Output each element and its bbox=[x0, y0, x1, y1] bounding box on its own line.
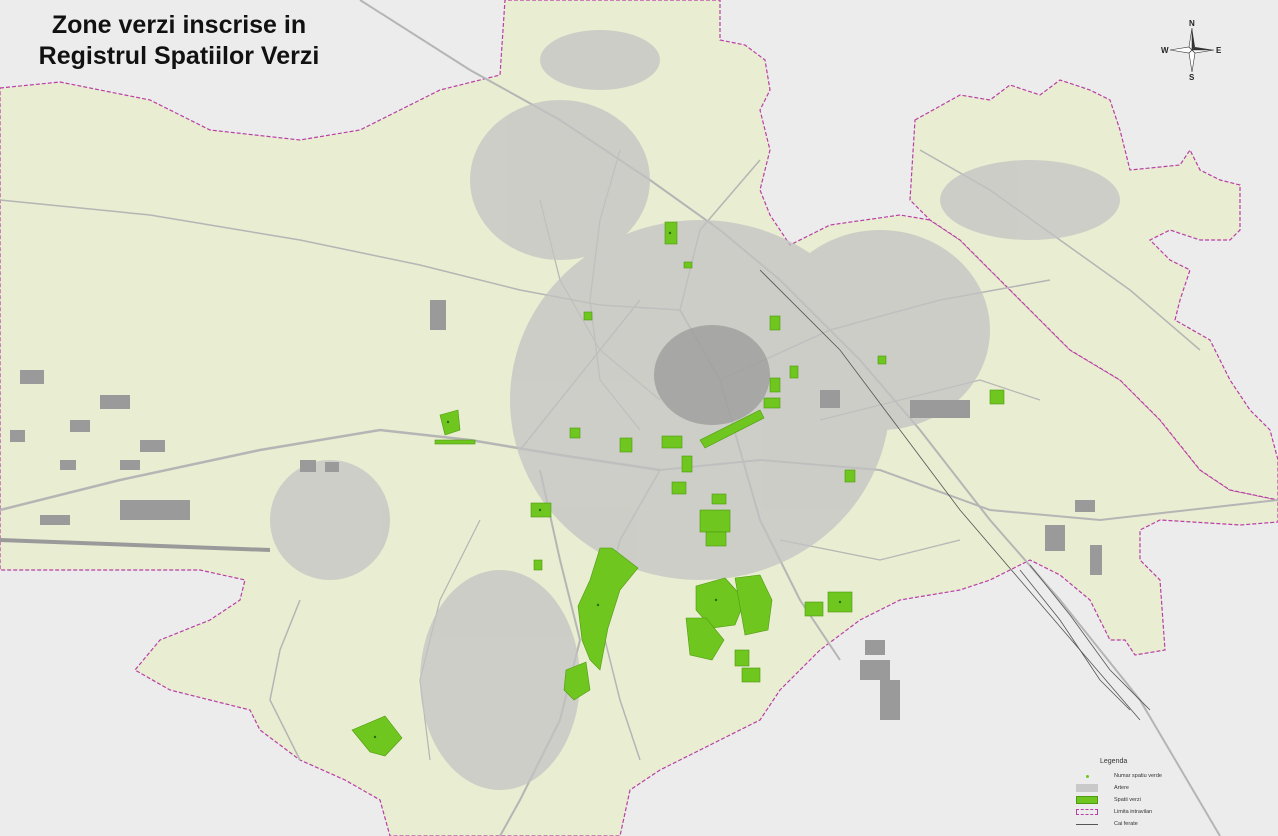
legend-label: Numar spatiu verde bbox=[1114, 773, 1162, 779]
city-map[interactable] bbox=[0, 0, 1278, 836]
green-dot-icon bbox=[1076, 772, 1098, 780]
city-center bbox=[654, 325, 770, 425]
legend-item-limita: Limita intravilan bbox=[1076, 807, 1152, 817]
map-title-line1: Zone verzi inscrise in bbox=[51, 11, 307, 39]
compass-n: N bbox=[1189, 19, 1195, 28]
artere-swatch-icon bbox=[1076, 784, 1098, 792]
legend-title: Legenda bbox=[1100, 758, 1128, 765]
legend-label: Artere bbox=[1114, 785, 1129, 791]
legend-item-artere: Artere bbox=[1076, 783, 1129, 793]
map-title-line2: Registrul Spatiilor Verzi bbox=[38, 42, 320, 70]
map-title: Zone verzi inscrise in Registrul Spatiil… bbox=[14, 10, 344, 72]
boundary-swatch-icon bbox=[1076, 809, 1098, 815]
compass-e: E bbox=[1216, 46, 1222, 55]
railway-swatch-icon bbox=[1076, 823, 1098, 827]
legend-label: Limita intravilan bbox=[1114, 809, 1153, 815]
compass-rose: N S E W bbox=[1160, 18, 1224, 82]
legend-item-spatii-verzi: Spatii verzi bbox=[1076, 795, 1141, 805]
legend-item-numar: Numar spatiu verde bbox=[1076, 771, 1162, 781]
compass-s: S bbox=[1189, 73, 1195, 82]
legend-label: Spatii verzi bbox=[1114, 797, 1141, 803]
compass-w: W bbox=[1161, 46, 1169, 55]
legend-label: Cai ferate bbox=[1114, 821, 1138, 827]
green-space-swatch-icon bbox=[1076, 796, 1098, 804]
legend: Legenda Numar spatiu verde Artere Spatii… bbox=[1070, 758, 1230, 832]
legend-item-cai-ferate: Cai ferate bbox=[1076, 819, 1138, 829]
